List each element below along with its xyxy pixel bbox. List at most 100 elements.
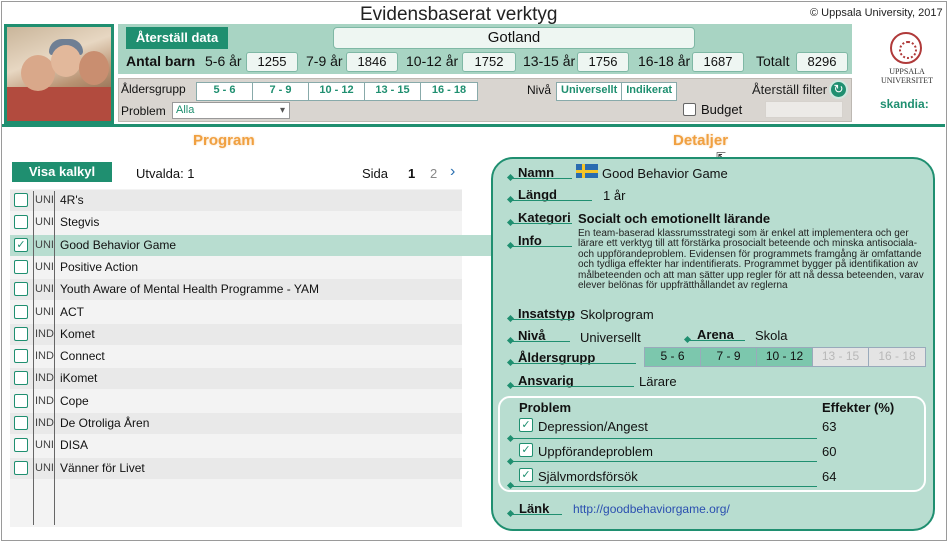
level-filter-indicated[interactable]: Indikerat	[622, 83, 676, 100]
program-checkbox[interactable]	[14, 371, 28, 386]
field-underline	[512, 319, 574, 320]
program-checkbox[interactable]	[14, 282, 28, 297]
program-name: Komet	[60, 326, 95, 341]
program-row[interactable]: IND De Otroliga Åren	[10, 413, 462, 434]
program-row[interactable]: IND Cope	[10, 391, 462, 412]
field-underline	[512, 514, 562, 515]
program-type: IND	[35, 417, 54, 429]
program-type: UNI	[35, 439, 54, 452]
refresh-icon[interactable]: ↻	[829, 80, 848, 99]
page-2-link[interactable]: 2	[430, 166, 437, 181]
field-underline	[512, 223, 572, 224]
reset-filter-label[interactable]: Återställ filter	[752, 82, 827, 97]
effects-header: Effekter (%)	[822, 400, 895, 415]
program-level: Universellt	[580, 330, 641, 345]
field-underline	[512, 438, 817, 439]
age-filter-5-6[interactable]: 5 - 6	[197, 83, 253, 100]
level-filter-universal[interactable]: Universellt	[557, 83, 623, 100]
children-label: Antal barn	[126, 53, 196, 69]
group-label-13-15: 13-15 år	[523, 53, 576, 69]
program-row[interactable]: UNI Youth Aware of Mental Health Programm…	[10, 279, 462, 301]
app-title: Evidensbaserat verktyg	[360, 4, 558, 25]
age-filter-16-18[interactable]: 16 - 18	[421, 83, 477, 100]
program-name: Good Behavior Game	[60, 237, 177, 252]
group-label-7-9: 7-9 år	[306, 53, 343, 69]
program-type: IND	[35, 327, 54, 340]
group-value-10-12: 1752	[462, 52, 516, 72]
program-checkbox[interactable]	[14, 349, 28, 364]
group-value-7-9: 1846	[346, 52, 398, 72]
show-calculation-button[interactable]: Visa kalkyl	[12, 162, 112, 182]
age-filter-7-9[interactable]: 7 - 9	[253, 83, 309, 100]
problem-select-value: Alla	[176, 104, 195, 116]
program-checkbox[interactable]	[14, 215, 28, 230]
program-type: UNI	[35, 283, 54, 296]
field-underline	[512, 246, 572, 247]
region-selector[interactable]: Gotland	[333, 27, 695, 49]
age-filter-13-15[interactable]: 13 - 15	[365, 83, 421, 100]
program-length: 1 år	[603, 188, 626, 203]
detail-age-5-6: 5 - 6	[645, 348, 701, 366]
group-value-16-18: 1687	[692, 52, 744, 72]
program-name: Positive Action	[60, 259, 139, 274]
swedish-flag-icon	[576, 164, 598, 178]
program-checkbox[interactable]	[14, 326, 28, 341]
program-row[interactable]: UNI 4R's	[10, 190, 462, 211]
problem-effect: 60	[822, 444, 837, 459]
program-checkbox[interactable]	[14, 460, 28, 475]
program-checkbox[interactable]	[14, 304, 28, 319]
program-type: UNI	[35, 305, 54, 318]
program-checkbox[interactable]: ✓	[14, 237, 28, 252]
program-type: UNI	[35, 461, 54, 474]
group-label-10-12: 10-12 år	[406, 53, 459, 69]
program-arena: Skola	[755, 328, 788, 343]
problem-select[interactable]: Alla ▾	[172, 102, 290, 119]
program-row[interactable]: UNI Stegvis	[10, 212, 462, 233]
program-checkbox[interactable]	[14, 438, 28, 453]
budget-checkbox[interactable]	[683, 103, 696, 116]
total-label: Totalt	[756, 53, 790, 69]
field-underline	[512, 341, 570, 342]
problem-effect: 63	[822, 419, 837, 434]
program-checkbox[interactable]	[14, 259, 28, 274]
group-value-13-15: 1756	[577, 52, 629, 72]
field-underline	[689, 340, 745, 341]
program-row[interactable]: ✓ UNI Good Behavior Game	[10, 234, 492, 256]
program-row[interactable]: UNI ACT	[10, 302, 462, 323]
program-row[interactable]: IND Connect	[10, 346, 462, 367]
program-name: Stegvis	[60, 215, 100, 230]
program-checkbox[interactable]	[14, 393, 28, 408]
program-list: UNI 4R's UNI Stegvis ✓ UNI Good Behavior Game U…	[10, 189, 492, 527]
program-row[interactable]: UNI DISA	[10, 435, 462, 456]
intervention-type: Skolprogram	[580, 307, 654, 322]
program-row[interactable]: UNI Positive Action	[10, 257, 462, 278]
program-row[interactable]: IND Komet	[10, 323, 462, 345]
program-row[interactable]: UNI Vänner för Livet	[10, 457, 462, 479]
uppsala-logo-text: UPPSALA UNIVERSITET	[881, 67, 933, 85]
detail-age-13-15: 13 - 15	[813, 348, 869, 366]
program-type: IND	[35, 350, 54, 363]
program-type: UNI	[35, 216, 54, 229]
problem-check-icon: ✓	[519, 468, 533, 482]
level-filter-label: Nivå	[527, 83, 552, 97]
program-row[interactable]: IND iKomet	[10, 368, 462, 390]
program-checkbox[interactable]	[14, 193, 28, 207]
page-1-link[interactable]: 1	[408, 166, 415, 181]
field-underline	[512, 363, 636, 364]
chevron-down-icon: ▾	[279, 105, 285, 116]
program-link[interactable]: http://goodbehaviorgame.org/	[573, 502, 730, 516]
program-name: Connect	[60, 349, 105, 364]
chevron-right-icon[interactable]: ›	[450, 163, 455, 181]
age-filter-group: 5 - 6 7 - 9 10 - 12 13 - 15 16 - 18	[196, 82, 478, 101]
detail-age-10-12: 10 - 12	[757, 348, 813, 366]
header-divider	[2, 124, 945, 127]
field-underline	[512, 386, 634, 387]
field-underline	[512, 200, 592, 201]
program-type: UNI	[35, 260, 54, 273]
program-info: En team-baserad klassrumsstrategi som är…	[578, 228, 924, 292]
budget-input[interactable]	[765, 101, 843, 118]
age-filter-10-12[interactable]: 10 - 12	[309, 83, 365, 100]
program-checkbox[interactable]	[14, 416, 28, 430]
reset-data-button[interactable]: Återställ data	[126, 27, 228, 49]
program-type: IND	[35, 372, 54, 385]
